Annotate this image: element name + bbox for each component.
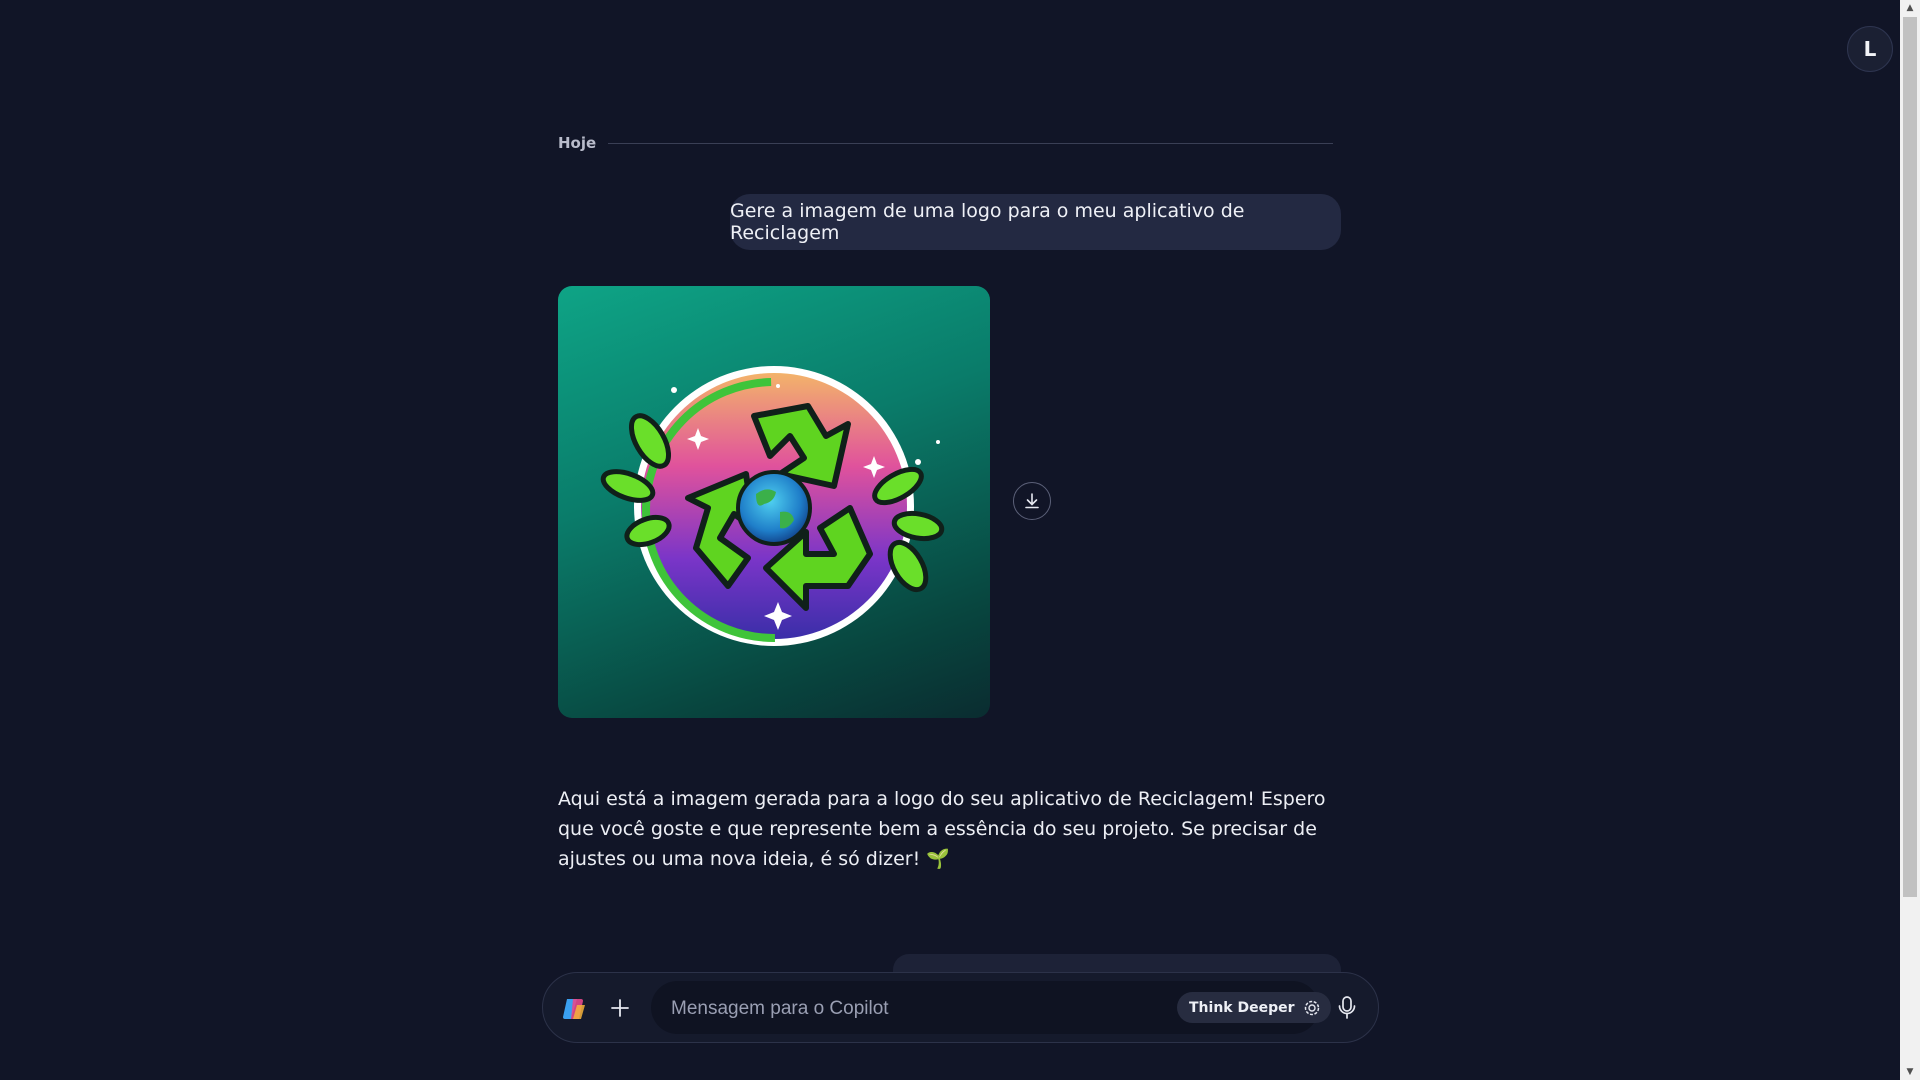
user-message-text: Gere a imagem de uma logo para o meu apl… [730, 200, 1245, 244]
message-input[interactable] [669, 981, 1143, 1036]
message-input-container: Think Deeper [651, 981, 1331, 1036]
assistant-reply: Aqui está a imagem gerada para a logo do… [558, 788, 1326, 870]
scroll-down-arrow-icon[interactable]: ▼ [1900, 1064, 1920, 1080]
think-deeper-label: Think Deeper [1189, 999, 1295, 1016]
microphone-button[interactable] [1330, 991, 1364, 1025]
think-deeper-icon [1304, 1000, 1319, 1015]
user-avatar[interactable]: L [1847, 26, 1893, 72]
think-deeper-button[interactable]: Think Deeper [1177, 992, 1331, 1023]
copilot-logo-icon[interactable] [561, 995, 589, 1023]
download-icon [1025, 493, 1039, 509]
date-label: Hoje [558, 134, 597, 152]
avatar-initial: L [1863, 37, 1877, 61]
plus-icon [611, 999, 629, 1017]
scrollbar-thumb[interactable] [1903, 17, 1917, 897]
user-message-bubble: Gere a imagem de uma logo para o meu apl… [730, 194, 1341, 250]
recycle-logo-icon [600, 366, 945, 646]
copilot-chat-page: L Hoje Gere a imagem de uma logo para o … [0, 0, 1920, 1080]
vertical-scrollbar[interactable]: ▲ ▼ [1900, 0, 1920, 1080]
generated-image[interactable] [558, 286, 990, 718]
download-button[interactable] [1013, 482, 1051, 520]
scroll-up-arrow-icon[interactable]: ▲ [1900, 0, 1920, 16]
add-attachment-button[interactable] [603, 991, 637, 1025]
message-composer: Think Deeper [542, 972, 1379, 1043]
divider-line [608, 142, 1333, 144]
microphone-icon [1338, 996, 1356, 1019]
date-divider: Hoje [558, 134, 1333, 152]
